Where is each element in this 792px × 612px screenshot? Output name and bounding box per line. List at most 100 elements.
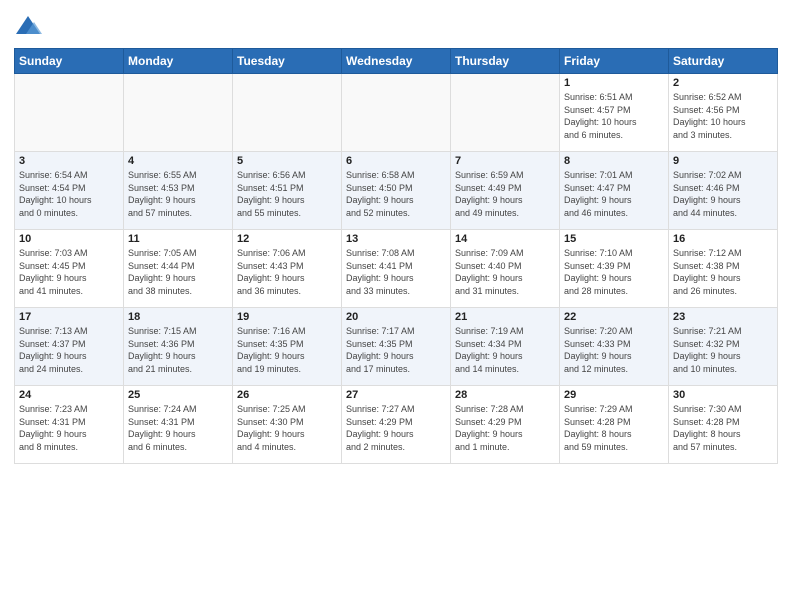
calendar-cell: 9 Sunrise: 7:02 AM Sunset: 4:46 PM Daylig…: [669, 152, 778, 230]
day-number: 26: [237, 389, 337, 401]
day-number: 20: [346, 311, 446, 323]
day-detail: Sunrise: 7:28 AM Sunset: 4:29 PM Dayligh…: [455, 403, 555, 453]
calendar-cell: 28 Sunrise: 7:28 AM Sunset: 4:29 PM Dayli…: [451, 386, 560, 464]
calendar-cell: [124, 74, 233, 152]
calendar: SundayMondayTuesdayWednesdayThursdayFrid…: [14, 48, 778, 464]
calendar-cell: [342, 74, 451, 152]
day-number: 5: [237, 155, 337, 167]
logo-icon: [14, 14, 42, 42]
calendar-cell: 5 Sunrise: 6:56 AM Sunset: 4:51 PM Daylig…: [233, 152, 342, 230]
day-detail: Sunrise: 6:59 AM Sunset: 4:49 PM Dayligh…: [455, 169, 555, 219]
day-number: 29: [564, 389, 664, 401]
day-detail: Sunrise: 7:23 AM Sunset: 4:31 PM Dayligh…: [19, 403, 119, 453]
day-number: 27: [346, 389, 446, 401]
calendar-cell: 22 Sunrise: 7:20 AM Sunset: 4:33 PM Dayli…: [560, 308, 669, 386]
calendar-cell: 15 Sunrise: 7:10 AM Sunset: 4:39 PM Dayli…: [560, 230, 669, 308]
day-detail: Sunrise: 7:27 AM Sunset: 4:29 PM Dayligh…: [346, 403, 446, 453]
weekday-monday: Monday: [124, 49, 233, 74]
day-number: 15: [564, 233, 664, 245]
day-number: 11: [128, 233, 228, 245]
day-detail: Sunrise: 7:21 AM Sunset: 4:32 PM Dayligh…: [673, 325, 773, 375]
day-number: 24: [19, 389, 119, 401]
calendar-cell: 1 Sunrise: 6:51 AM Sunset: 4:57 PM Daylig…: [560, 74, 669, 152]
day-number: 3: [19, 155, 119, 167]
day-number: 7: [455, 155, 555, 167]
calendar-cell: 16 Sunrise: 7:12 AM Sunset: 4:38 PM Dayli…: [669, 230, 778, 308]
calendar-cell: [15, 74, 124, 152]
day-detail: Sunrise: 7:20 AM Sunset: 4:33 PM Dayligh…: [564, 325, 664, 375]
day-number: 18: [128, 311, 228, 323]
weekday-saturday: Saturday: [669, 49, 778, 74]
calendar-cell: 10Sunrise: 7:03 AM Sunset: 4:45 PM Dayli…: [15, 230, 124, 308]
page: SundayMondayTuesdayWednesdayThursdayFrid…: [0, 0, 792, 612]
week-row-4: 17Sunrise: 7:13 AM Sunset: 4:37 PM Dayli…: [15, 308, 778, 386]
calendar-cell: 3 Sunrise: 6:54 AM Sunset: 4:54 PM Daylig…: [15, 152, 124, 230]
calendar-cell: 25 Sunrise: 7:24 AM Sunset: 4:31 PM Dayli…: [124, 386, 233, 464]
day-number: 1: [564, 77, 664, 89]
calendar-cell: 23 Sunrise: 7:21 AM Sunset: 4:32 PM Dayli…: [669, 308, 778, 386]
day-number: 6: [346, 155, 446, 167]
day-number: 4: [128, 155, 228, 167]
header: [14, 10, 778, 42]
day-number: 16: [673, 233, 773, 245]
day-detail: Sunrise: 7:01 AM Sunset: 4:47 PM Dayligh…: [564, 169, 664, 219]
weekday-thursday: Thursday: [451, 49, 560, 74]
day-detail: Sunrise: 7:24 AM Sunset: 4:31 PM Dayligh…: [128, 403, 228, 453]
day-number: 25: [128, 389, 228, 401]
day-number: 28: [455, 389, 555, 401]
day-detail: Sunrise: 7:29 AM Sunset: 4:28 PM Dayligh…: [564, 403, 664, 453]
day-number: 23: [673, 311, 773, 323]
week-row-2: 3 Sunrise: 6:54 AM Sunset: 4:54 PM Daylig…: [15, 152, 778, 230]
calendar-cell: 4 Sunrise: 6:55 AM Sunset: 4:53 PM Daylig…: [124, 152, 233, 230]
day-detail: Sunrise: 7:06 AM Sunset: 4:43 PM Dayligh…: [237, 247, 337, 297]
day-detail: Sunrise: 7:25 AM Sunset: 4:30 PM Dayligh…: [237, 403, 337, 453]
calendar-cell: 29 Sunrise: 7:29 AM Sunset: 4:28 PM Dayli…: [560, 386, 669, 464]
calendar-cell: 27 Sunrise: 7:27 AM Sunset: 4:29 PM Dayli…: [342, 386, 451, 464]
calendar-cell: 21Sunrise: 7:19 AM Sunset: 4:34 PM Dayli…: [451, 308, 560, 386]
day-detail: Sunrise: 7:30 AM Sunset: 4:28 PM Dayligh…: [673, 403, 773, 453]
day-detail: Sunrise: 7:02 AM Sunset: 4:46 PM Dayligh…: [673, 169, 773, 219]
day-number: 9: [673, 155, 773, 167]
day-number: 21: [455, 311, 555, 323]
day-number: 12: [237, 233, 337, 245]
calendar-cell: [451, 74, 560, 152]
calendar-cell: 17Sunrise: 7:13 AM Sunset: 4:37 PM Dayli…: [15, 308, 124, 386]
day-detail: Sunrise: 7:08 AM Sunset: 4:41 PM Dayligh…: [346, 247, 446, 297]
day-number: 22: [564, 311, 664, 323]
day-detail: Sunrise: 6:58 AM Sunset: 4:50 PM Dayligh…: [346, 169, 446, 219]
day-detail: Sunrise: 7:05 AM Sunset: 4:44 PM Dayligh…: [128, 247, 228, 297]
calendar-cell: 12 Sunrise: 7:06 AM Sunset: 4:43 PM Dayli…: [233, 230, 342, 308]
day-number: 8: [564, 155, 664, 167]
logo: [14, 14, 46, 42]
day-detail: Sunrise: 6:52 AM Sunset: 4:56 PM Dayligh…: [673, 91, 773, 141]
day-number: 13: [346, 233, 446, 245]
day-detail: Sunrise: 6:54 AM Sunset: 4:54 PM Dayligh…: [19, 169, 119, 219]
day-number: 2: [673, 77, 773, 89]
day-number: 10: [19, 233, 119, 245]
calendar-cell: 20Sunrise: 7:17 AM Sunset: 4:35 PM Dayli…: [342, 308, 451, 386]
day-detail: Sunrise: 6:56 AM Sunset: 4:51 PM Dayligh…: [237, 169, 337, 219]
calendar-cell: 7 Sunrise: 6:59 AM Sunset: 4:49 PM Daylig…: [451, 152, 560, 230]
calendar-cell: 30 Sunrise: 7:30 AM Sunset: 4:28 PM Dayli…: [669, 386, 778, 464]
calendar-cell: 24 Sunrise: 7:23 AM Sunset: 4:31 PM Dayli…: [15, 386, 124, 464]
day-detail: Sunrise: 7:12 AM Sunset: 4:38 PM Dayligh…: [673, 247, 773, 297]
calendar-cell: 18Sunrise: 7:15 AM Sunset: 4:36 PM Dayli…: [124, 308, 233, 386]
calendar-cell: 14 Sunrise: 7:09 AM Sunset: 4:40 PM Dayli…: [451, 230, 560, 308]
calendar-cell: 2 Sunrise: 6:52 AM Sunset: 4:56 PM Daylig…: [669, 74, 778, 152]
day-number: 14: [455, 233, 555, 245]
day-number: 30: [673, 389, 773, 401]
calendar-cell: 11 Sunrise: 7:05 AM Sunset: 4:44 PM Dayli…: [124, 230, 233, 308]
week-row-3: 10Sunrise: 7:03 AM Sunset: 4:45 PM Dayli…: [15, 230, 778, 308]
calendar-cell: 8 Sunrise: 7:01 AM Sunset: 4:47 PM Daylig…: [560, 152, 669, 230]
day-detail: Sunrise: 7:16 AM Sunset: 4:35 PM Dayligh…: [237, 325, 337, 375]
day-number: 19: [237, 311, 337, 323]
day-detail: Sunrise: 7:10 AM Sunset: 4:39 PM Dayligh…: [564, 247, 664, 297]
day-detail: Sunrise: 7:09 AM Sunset: 4:40 PM Dayligh…: [455, 247, 555, 297]
day-detail: Sunrise: 6:51 AM Sunset: 4:57 PM Dayligh…: [564, 91, 664, 141]
calendar-cell: 13 Sunrise: 7:08 AM Sunset: 4:41 PM Dayli…: [342, 230, 451, 308]
calendar-cell: 26 Sunrise: 7:25 AM Sunset: 4:30 PM Dayli…: [233, 386, 342, 464]
calendar-cell: [233, 74, 342, 152]
day-detail: Sunrise: 6:55 AM Sunset: 4:53 PM Dayligh…: [128, 169, 228, 219]
day-detail: Sunrise: 7:13 AM Sunset: 4:37 PM Dayligh…: [19, 325, 119, 375]
calendar-cell: 6 Sunrise: 6:58 AM Sunset: 4:50 PM Daylig…: [342, 152, 451, 230]
